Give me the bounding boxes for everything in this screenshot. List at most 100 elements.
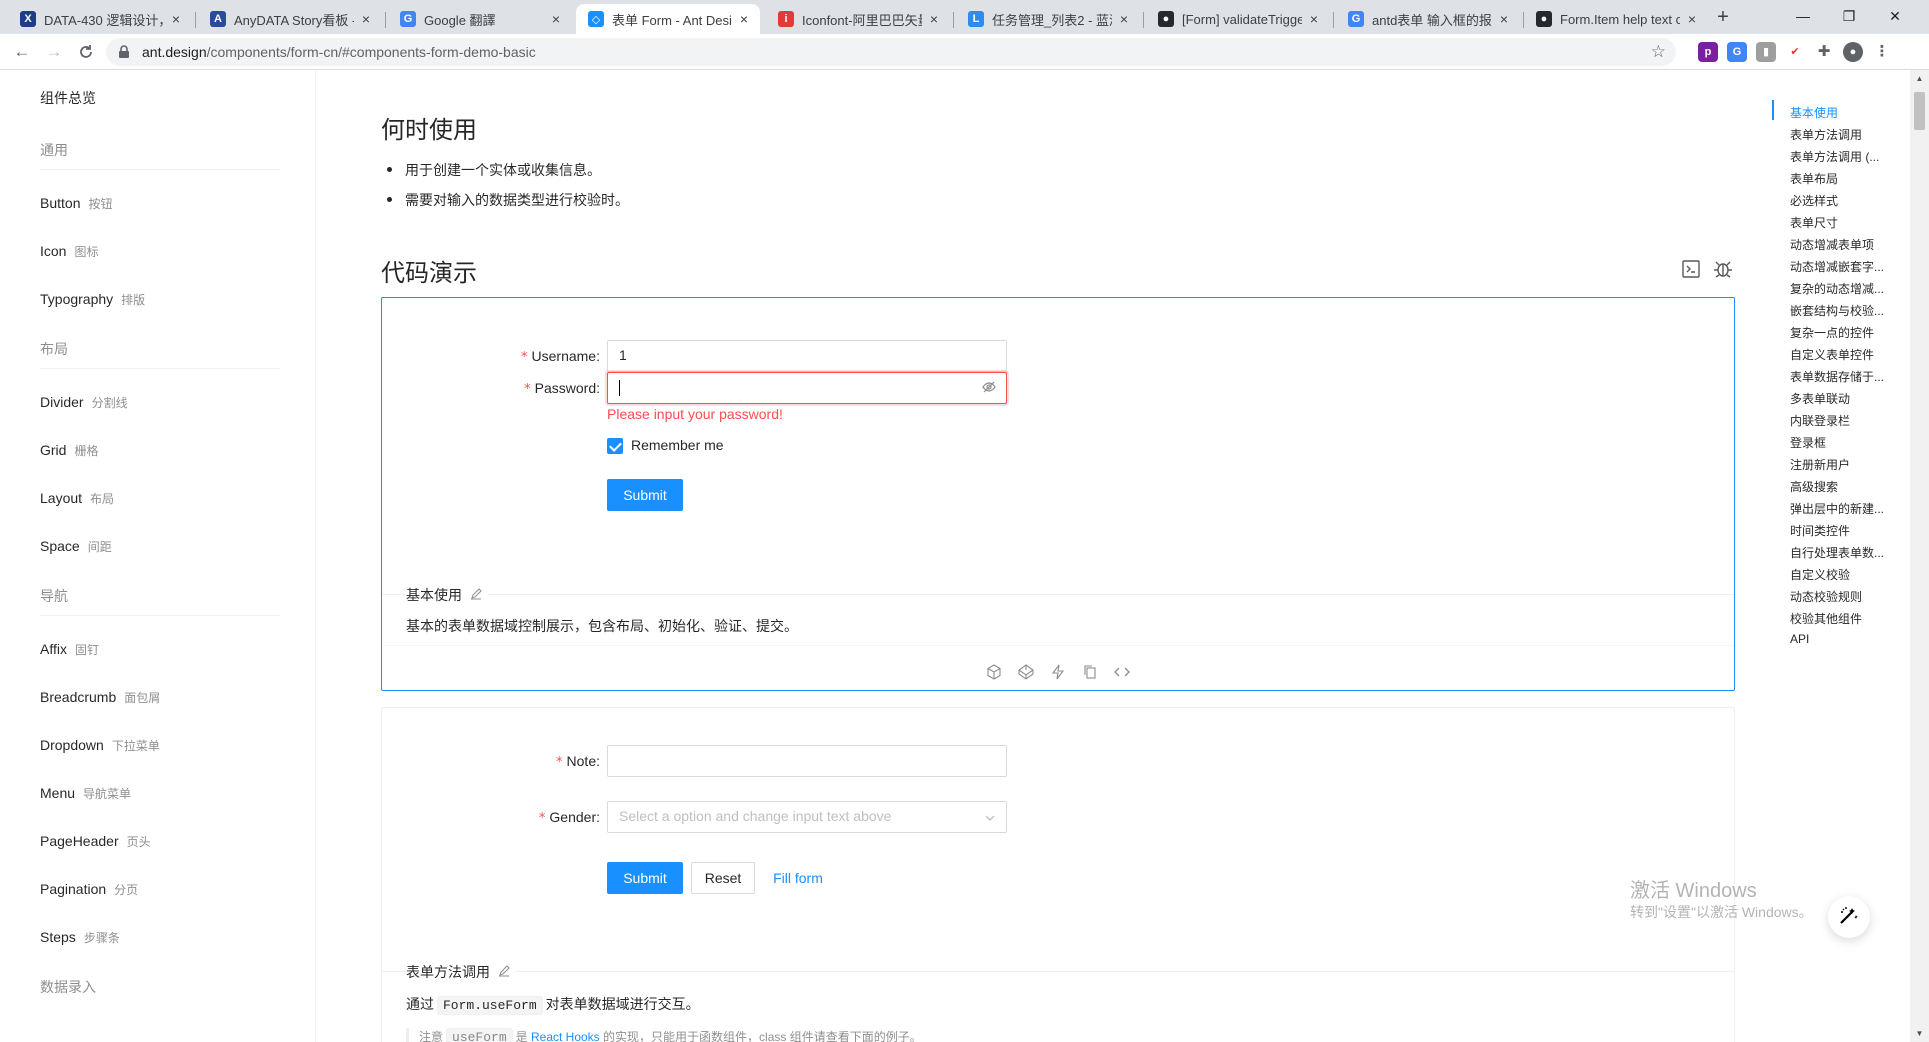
anchor-link[interactable]: 内联登录栏 (1790, 412, 1890, 429)
anchor-link[interactable]: 时间类控件 (1790, 522, 1890, 539)
copy-icon[interactable] (1082, 664, 1100, 682)
browser-tab[interactable]: i Iconfont-阿里巴巴矢量 × (766, 4, 950, 34)
menu-item[interactable]: Icon 图标 (40, 243, 98, 260)
extension-icon[interactable]: p (1698, 42, 1718, 62)
remember-me-label[interactable]: Remember me (631, 437, 724, 453)
tab-close-icon[interactable]: × (358, 11, 374, 27)
tab-close-icon[interactable]: × (1496, 11, 1512, 27)
remember-me-checkbox[interactable] (607, 438, 623, 454)
extension-icon[interactable]: ✔ (1785, 42, 1805, 62)
tab-close-icon[interactable]: × (1684, 11, 1700, 27)
anchor-link[interactable]: 弹出层中的新建... (1790, 500, 1890, 517)
submit-button[interactable]: Submit (607, 862, 683, 894)
anchor-link[interactable]: 校验其他组件 (1790, 610, 1890, 627)
menu-item[interactable]: Dropdown 下拉菜单 (40, 737, 160, 754)
anchor-link[interactable]: 自定义校验 (1790, 566, 1890, 583)
debug-bug-icon[interactable] (1712, 258, 1734, 280)
menu-item[interactable]: Typography 排版 (40, 291, 145, 308)
browser-tab[interactable]: X DATA-430 逻辑设计， × (8, 4, 192, 34)
anchor-link[interactable]: 动态增减嵌套字... (1790, 258, 1890, 275)
extension-icon[interactable]: ▮ (1756, 42, 1776, 62)
codepen-icon[interactable] (1018, 664, 1036, 682)
password-input[interactable] (607, 372, 1007, 404)
close-window-button[interactable]: ✕ (1872, 2, 1918, 30)
react-hooks-link[interactable]: React Hooks (531, 1030, 600, 1042)
anchor-link[interactable]: 注册新用户 (1790, 456, 1890, 473)
expand-code-icon[interactable] (1681, 259, 1703, 281)
browser-tab[interactable]: ● [Form] validateTrigge × (1146, 4, 1330, 34)
back-icon[interactable]: ← (10, 40, 34, 64)
edit-icon[interactable] (498, 964, 510, 980)
anchor-link[interactable]: 复杂的动态增减... (1790, 280, 1890, 297)
stackblitz-icon[interactable] (1050, 664, 1068, 682)
browser-tab[interactable]: A AnyDATA Story看板 - × (198, 4, 382, 34)
theme-switch-button[interactable] (1828, 896, 1870, 938)
browser-tab[interactable]: Gantd表单 输入框的报错 × (1336, 4, 1520, 34)
anchor-link[interactable]: 表单方法调用 (1790, 126, 1890, 143)
menu-item[interactable]: Menu 导航菜单 (40, 785, 131, 802)
browser-tab[interactable]: L 任务管理_列表2 - 蓝湖 × (956, 4, 1140, 34)
anchor-link[interactable]: 复杂一点的控件 (1790, 324, 1890, 341)
profile-avatar-icon[interactable]: ● (1843, 42, 1863, 62)
new-tab-button[interactable]: + (1709, 6, 1737, 30)
scroll-down-arrow[interactable]: ▼ (1910, 1025, 1929, 1042)
translate-extension-icon[interactable]: G (1727, 42, 1747, 62)
note-input[interactable] (607, 745, 1007, 777)
menu-item[interactable]: Button 按钮 (40, 195, 113, 212)
anchor-link[interactable]: 多表单联动 (1790, 390, 1890, 407)
tab-close-icon[interactable]: × (1116, 11, 1132, 27)
anchor-link[interactable]: 表单方法调用 (... (1790, 148, 1890, 165)
tab-close-icon[interactable]: × (548, 11, 564, 27)
menu-item[interactable]: Divider 分割线 (40, 394, 128, 411)
edit-icon[interactable] (470, 587, 482, 603)
reload-icon[interactable] (74, 40, 98, 64)
username-input[interactable]: 1 (607, 340, 1007, 372)
anchor-link[interactable]: 基本使用 (1790, 104, 1890, 121)
browser-tab[interactable]: G Google 翻譯 × (388, 4, 572, 34)
anchor-link[interactable]: 表单布局 (1790, 170, 1890, 187)
anchor-link[interactable]: 嵌套结构与校验... (1790, 302, 1890, 319)
menu-item[interactable]: Steps 步骤条 (40, 929, 120, 946)
submit-button[interactable]: Submit (607, 479, 683, 511)
gender-select[interactable]: Select a option and change input text ab… (607, 801, 1007, 833)
anchor-link[interactable]: API (1790, 632, 1890, 646)
browser-tab[interactable]: ● Form.Item help text c × (1524, 4, 1708, 34)
menu-item[interactable]: Affix 固钉 (40, 641, 99, 658)
forward-icon[interactable]: → (42, 40, 66, 64)
menu-item[interactable]: Layout 布局 (40, 490, 114, 507)
anchor-link[interactable]: 表单数据存储于... (1790, 368, 1890, 385)
tab-close-icon[interactable]: × (1306, 11, 1322, 27)
anchor-link[interactable]: 动态校验规则 (1790, 588, 1890, 605)
extensions-puzzle-icon[interactable]: ✚ (1814, 42, 1834, 62)
restore-button[interactable]: ❐ (1826, 2, 1872, 30)
anchor-link[interactable]: 自定义表单控件 (1790, 346, 1890, 363)
reset-button[interactable]: Reset (691, 862, 755, 894)
tab-close-icon[interactable]: × (168, 11, 184, 27)
anchor-link[interactable]: 自行处理表单数... (1790, 544, 1890, 561)
scroll-up-arrow[interactable]: ▲ (1910, 70, 1929, 87)
anchor-link[interactable]: 高级搜索 (1790, 478, 1890, 495)
anchor-link[interactable]: 动态增减表单项 (1790, 236, 1890, 253)
menu-item[interactable]: Space 间距 (40, 538, 112, 555)
anchor-link[interactable]: 表单尺寸 (1790, 214, 1890, 231)
fill-form-button[interactable]: Fill form (763, 862, 833, 894)
menu-item[interactable]: Grid 栅格 (40, 442, 98, 459)
eye-invisible-icon[interactable] (982, 380, 996, 397)
menu-item[interactable]: Pagination 分页 (40, 881, 138, 898)
bookmark-star-icon[interactable]: ☆ (1651, 42, 1666, 62)
menu-item-overview[interactable]: 组件总览 (40, 88, 96, 108)
page-scrollbar[interactable]: ▲ ▼ (1910, 70, 1929, 1042)
menu-item[interactable]: PageHeader 页头 (40, 833, 151, 850)
address-bar[interactable]: ant.design/components/form-cn/#component… (106, 38, 1676, 66)
menu-item[interactable]: Breadcrumb 面包屑 (40, 689, 160, 706)
anchor-link[interactable]: 必选样式 (1790, 192, 1890, 209)
tab-close-icon[interactable]: × (926, 11, 942, 27)
anchor-link[interactable]: 登录框 (1790, 434, 1890, 451)
browser-menu-icon[interactable]: ⋮ (1872, 42, 1892, 62)
browser-tab[interactable]: ◇ 表单 Form - Ant Desig × (576, 4, 760, 34)
scrollbar-thumb[interactable] (1914, 92, 1925, 130)
codesandbox-icon[interactable] (986, 664, 1004, 682)
minimize-button[interactable]: — (1780, 2, 1826, 30)
show-code-icon[interactable] (1114, 664, 1132, 682)
tab-close-icon[interactable]: × (736, 11, 752, 27)
